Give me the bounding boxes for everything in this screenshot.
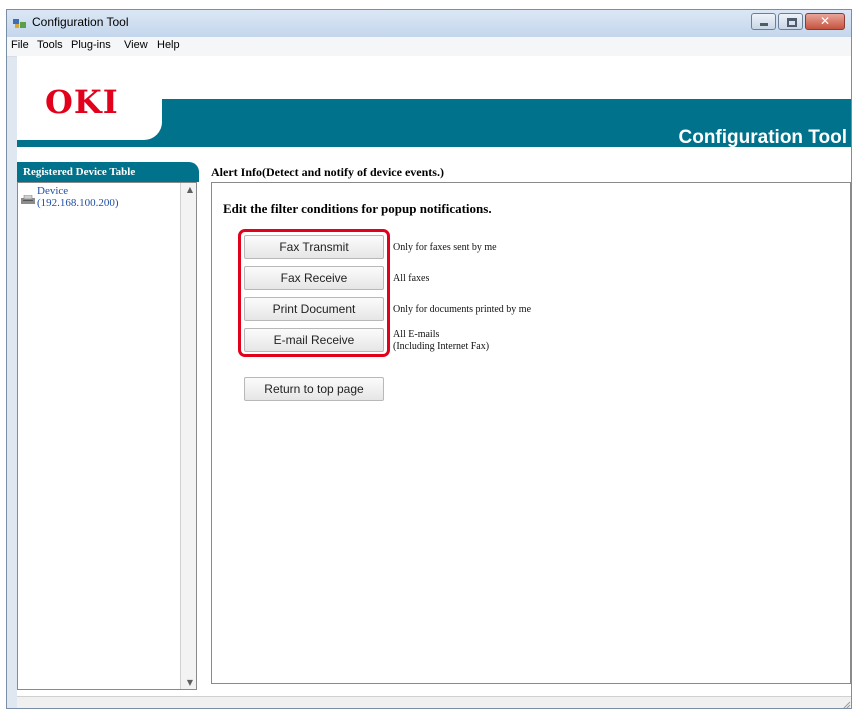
email-receive-desc-line2: (Including Internet Fax) [393, 341, 490, 352]
device-panel: Registered Device Table Device (192.168.… [17, 162, 199, 694]
alert-content: Edit the filter conditions for popup not… [211, 182, 851, 684]
device-tree: Device (192.168.100.200) ▲ ▼ [17, 182, 197, 690]
fax-transmit-button[interactable]: Fax Transmit [244, 235, 384, 259]
menu-view[interactable]: View [124, 39, 148, 51]
window-title: Configuration Tool [32, 15, 129, 29]
close-icon: ✕ [819, 14, 831, 28]
menu-tools[interactable]: Tools [37, 39, 63, 51]
product-title: Configuration Tool [678, 127, 848, 148]
app-icon [13, 19, 26, 28]
device-ip: (192.168.100.200) [37, 197, 119, 209]
close-button[interactable]: ✕ [805, 13, 845, 30]
menu-plug-ins[interactable]: Plug-ins [71, 39, 111, 51]
minimize-icon [760, 23, 768, 26]
email-receive-desc-line1: All E-mails [393, 329, 440, 340]
scroll-down-icon[interactable]: ▼ [187, 678, 193, 687]
scroll-up-icon[interactable]: ▲ [187, 185, 193, 194]
menu-file[interactable]: File [11, 39, 29, 51]
maximize-icon [787, 18, 797, 27]
fax-transmit-desc: Only for faxes sent by me [393, 242, 497, 253]
email-receive-desc: All E-mails (Including Internet Fax) [393, 329, 489, 353]
fax-receive-button[interactable]: Fax Receive [244, 266, 384, 290]
alert-info-header: Alert Info(Detect and notify of device e… [211, 165, 444, 179]
header-banner: OKI Configuration Tool [17, 56, 851, 160]
menu-help[interactable]: Help [157, 39, 180, 51]
client-area: OKI Configuration Tool Registered Device… [17, 56, 851, 709]
return-to-top-button[interactable]: Return to top page [244, 377, 384, 401]
device-table-header: Registered Device Table [17, 162, 199, 182]
minimize-button[interactable] [751, 13, 776, 30]
section-title: Edit the filter conditions for popup not… [223, 201, 492, 216]
device-scrollbar[interactable]: ▲ ▼ [180, 183, 196, 689]
title-bar[interactable]: Configuration Tool ✕ [7, 10, 851, 37]
print-document-button[interactable]: Print Document [244, 297, 384, 321]
alert-panel: Alert Info(Detect and notify of device e… [205, 162, 851, 694]
maximize-button[interactable] [778, 13, 803, 30]
oki-logo: OKI [45, 83, 119, 121]
print-document-desc: Only for documents printed by me [393, 304, 532, 315]
fax-receive-desc: All faxes [393, 273, 430, 284]
resize-grip-icon[interactable] [841, 700, 851, 709]
menu-bar: File Tools Plug-ins View Help [7, 37, 851, 57]
printer-icon [21, 195, 35, 204]
email-receive-button[interactable]: E-mail Receive [244, 328, 384, 352]
status-bar [17, 696, 851, 709]
app-window: Configuration Tool ✕ File Tools Plug-ins… [6, 9, 852, 709]
device-name: Device [37, 185, 69, 197]
